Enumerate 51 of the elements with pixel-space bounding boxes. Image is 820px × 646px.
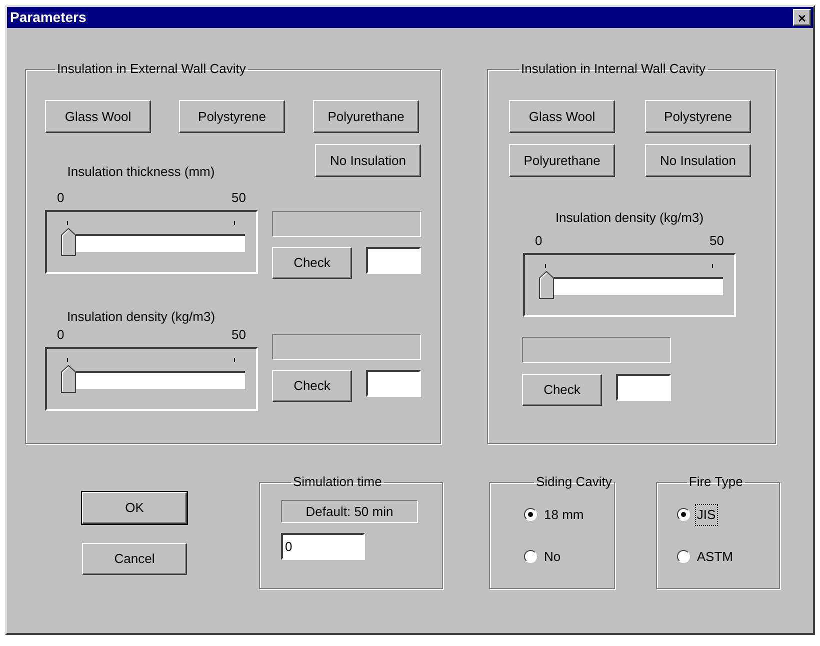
group-title: Fire Type [688,475,744,489]
radio-button[interactable] [524,508,537,522]
slider-thumb[interactable] [61,228,76,256]
default-time-display: Default: 50 min [281,500,418,523]
push-button[interactable]: Glass Wool [509,100,615,133]
radio-label[interactable]: JIS [696,505,717,524]
input-field[interactable]: 0 [281,533,365,560]
radio-label[interactable]: ASTM [696,546,734,566]
push-button[interactable]: Glass Wool [45,100,151,133]
slider-label: Insulation density (kg/m3) [555,210,704,226]
push-button[interactable]: No Insulation [315,144,421,177]
slider-thumb[interactable] [539,271,554,299]
push-button[interactable]: Check [272,370,352,402]
group-title: Insulation in Internal Wall Cavity [520,62,706,76]
scale-min: 0 [535,233,542,248]
input-field[interactable] [366,370,421,397]
push-button[interactable]: Cancel [82,543,187,575]
input-field[interactable] [616,374,671,401]
input-field[interactable] [366,247,421,274]
push-button[interactable]: Polyurethane [509,144,615,177]
group-title: Siding Cavity [535,475,613,489]
scale-max: 50 [232,327,246,342]
scale-min: 0 [57,327,64,342]
close-button[interactable]: × [793,9,811,26]
group-title: Insulation in External Wall Cavity [56,62,247,76]
push-button[interactable]: Polystyrene [179,100,285,133]
group-title: Simulation time [292,475,383,489]
radio-label[interactable]: No [543,546,562,566]
tick-mark [67,358,68,362]
tick-mark [234,221,235,225]
scale-max: 50 [710,233,724,248]
radio-button[interactable] [524,550,537,563]
push-button[interactable]: Check [522,374,602,406]
scale-max: 50 [232,190,246,205]
tick-mark [712,264,713,268]
push-button[interactable]: No Insulation [645,144,751,177]
push-button[interactable]: OK [82,492,187,524]
slider-label: Insulation thickness (mm) [67,164,215,180]
radio-label[interactable]: 18 mm [543,505,585,524]
tick-mark [67,221,68,225]
slider-label: Insulation density (kg/m3) [66,309,216,325]
push-button[interactable]: Polystyrene [645,100,751,133]
window-title: Parameters [10,8,86,27]
radio-button[interactable] [676,550,690,563]
tick-mark [234,358,235,362]
scale-min: 0 [57,190,64,205]
tick-mark [545,264,546,268]
push-button[interactable]: Polyurethane [313,100,419,133]
push-button[interactable]: Check [272,247,352,279]
slider-thumb[interactable] [61,365,76,393]
radio-button[interactable] [676,508,690,522]
